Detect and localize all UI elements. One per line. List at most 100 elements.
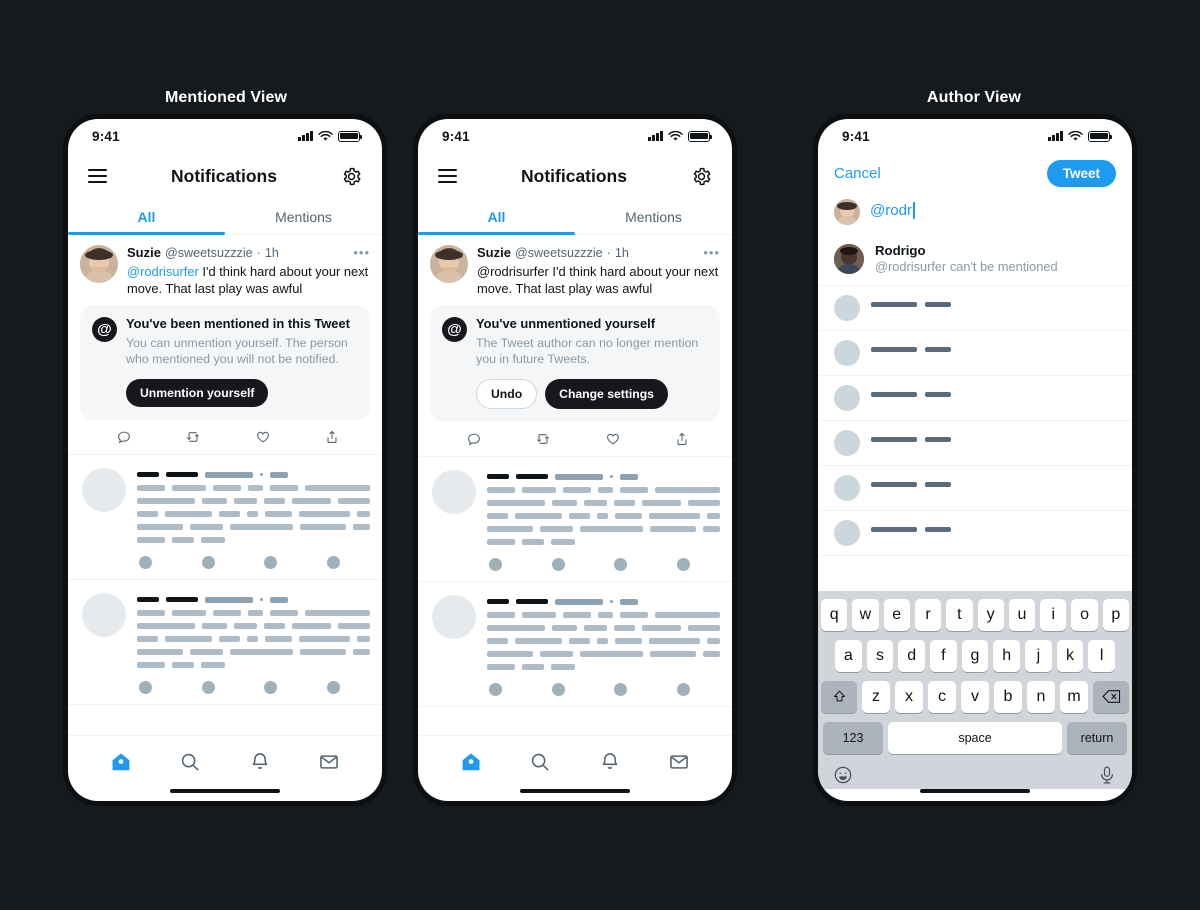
cellular-signal-icon: [298, 131, 313, 141]
key-b[interactable]: b: [994, 680, 1022, 713]
hamburger-icon[interactable]: [438, 169, 457, 183]
tweet-item[interactable]: Suzie @sweetsuzzzie · 1h ••• @rodrisurfe…: [418, 235, 732, 297]
retweet-icon[interactable]: [185, 429, 201, 445]
avatar[interactable]: [834, 199, 860, 225]
avatar-image: [834, 199, 860, 225]
key-numbers[interactable]: 123: [823, 721, 883, 754]
key-v[interactable]: v: [961, 680, 989, 713]
skeleton-avatar: [834, 339, 860, 366]
microphone-icon[interactable]: [1097, 765, 1117, 785]
key-a[interactable]: a: [834, 639, 862, 672]
key-t[interactable]: t: [946, 598, 973, 631]
key-i[interactable]: i: [1040, 598, 1067, 631]
emoji-icon[interactable]: [833, 765, 853, 785]
key-d[interactable]: d: [898, 639, 925, 672]
skeleton-actions: [487, 677, 720, 696]
tweet-separator: ·: [256, 246, 261, 260]
phone3-screen: 9:41 Cancel Tweet @rodr Rodrigo @rodrisu…: [818, 119, 1132, 801]
search-icon[interactable]: [529, 751, 551, 773]
key-s[interactable]: s: [866, 639, 894, 672]
key-k[interactable]: k: [1056, 639, 1084, 672]
cancel-button[interactable]: Cancel: [834, 165, 881, 182]
like-icon[interactable]: [605, 431, 621, 447]
skeleton-avatar: [82, 467, 126, 512]
key-u[interactable]: u: [1008, 598, 1036, 631]
tweet-compose-input[interactable]: @rodr: [870, 199, 915, 219]
search-icon[interactable]: [179, 751, 201, 773]
more-options-icon[interactable]: •••: [703, 246, 720, 259]
skeleton-suggestion-row: [818, 331, 1132, 376]
messages-icon[interactable]: [318, 751, 340, 773]
key-g[interactable]: g: [961, 639, 989, 672]
key-f[interactable]: f: [930, 639, 957, 672]
phone1-nav-bar: Notifications: [68, 153, 382, 199]
phone2-screen: 9:41 Notifications All Mentions Suzie @s…: [418, 119, 732, 801]
phone-mockup-unmentioned-view: 9:41 Notifications All Mentions Suzie @s…: [414, 115, 736, 805]
tweet-text: @rodrisurfer I'd think hard about your n…: [127, 263, 370, 297]
reply-icon[interactable]: [116, 429, 132, 445]
status-icons: [648, 130, 713, 142]
skeleton-tweet: [418, 582, 732, 707]
mention-suggestion-row[interactable]: Rodrigo @rodrisurfer can't be mentioned: [818, 235, 1132, 286]
suggestion-text: Rodrigo @rodrisurfer can't be mentioned: [875, 242, 1058, 276]
key-z[interactable]: z: [862, 680, 890, 713]
battery-icon: [688, 130, 713, 142]
more-options-icon[interactable]: •••: [353, 246, 370, 259]
shift-icon[interactable]: [821, 680, 857, 713]
home-indicator: [170, 788, 280, 793]
key-space[interactable]: space: [888, 721, 1062, 754]
key-y[interactable]: y: [977, 598, 1004, 631]
key-return[interactable]: return: [1067, 721, 1127, 754]
key-q[interactable]: q: [821, 598, 848, 631]
unmention-callout-card: @ You've unmentioned yourself The Tweet …: [430, 304, 720, 422]
home-icon[interactable]: [460, 751, 482, 773]
key-h[interactable]: h: [993, 639, 1021, 672]
tweet-actions-row: [418, 422, 732, 457]
tweet-item[interactable]: Suzie @sweetsuzzzie · 1h ••• @rodrisurfe…: [68, 235, 382, 297]
key-l[interactable]: l: [1088, 639, 1116, 672]
key-r[interactable]: r: [914, 598, 942, 631]
key-p[interactable]: p: [1102, 598, 1129, 631]
keyboard-footer: [821, 763, 1129, 789]
change-settings-button[interactable]: Change settings: [545, 378, 668, 409]
key-n[interactable]: n: [1027, 680, 1055, 713]
tab-all[interactable]: All: [418, 199, 575, 235]
tab-mentions[interactable]: Mentions: [575, 199, 732, 234]
tweet-mention-link[interactable]: @rodrisurfer: [127, 264, 199, 279]
share-icon[interactable]: [324, 429, 340, 445]
avatar[interactable]: [430, 245, 468, 283]
skeleton-avatar: [432, 594, 476, 639]
key-w[interactable]: w: [852, 598, 879, 631]
share-icon[interactable]: [674, 431, 690, 447]
key-c[interactable]: c: [928, 680, 956, 713]
backspace-icon[interactable]: [1093, 680, 1129, 713]
retweet-icon[interactable]: [535, 431, 551, 447]
keyboard-row-2: a s d f g h j k l: [821, 639, 1129, 672]
composer-top-bar: Cancel Tweet: [818, 153, 1132, 193]
key-o[interactable]: o: [1071, 598, 1098, 631]
key-x[interactable]: x: [895, 680, 923, 713]
gear-icon[interactable]: [341, 166, 362, 187]
messages-icon[interactable]: [668, 751, 690, 773]
screenshot-stage: Mentioned View Author View 9:41 Notifica…: [0, 0, 1200, 910]
avatar[interactable]: [80, 245, 118, 283]
home-icon[interactable]: [110, 751, 132, 773]
tweet-button[interactable]: Tweet: [1046, 159, 1116, 187]
undo-button[interactable]: Undo: [476, 378, 538, 409]
skeleton-lines: [871, 437, 1116, 448]
skeleton-lines: [871, 347, 1116, 358]
notifications-icon[interactable]: [599, 751, 621, 773]
key-m[interactable]: m: [1060, 680, 1088, 713]
tab-mentions[interactable]: Mentions: [225, 199, 382, 234]
reply-icon[interactable]: [466, 431, 482, 447]
tab-all[interactable]: All: [68, 199, 225, 235]
key-e[interactable]: e: [883, 598, 910, 631]
compose-input-row[interactable]: @rodr: [818, 193, 1132, 235]
tweet-timestamp: 1h: [614, 246, 629, 260]
key-j[interactable]: j: [1025, 639, 1052, 672]
unmention-yourself-button[interactable]: Unmention yourself: [126, 378, 269, 407]
like-icon[interactable]: [255, 429, 271, 445]
hamburger-icon[interactable]: [88, 169, 107, 183]
notifications-icon[interactable]: [249, 751, 271, 773]
gear-icon[interactable]: [691, 166, 712, 187]
